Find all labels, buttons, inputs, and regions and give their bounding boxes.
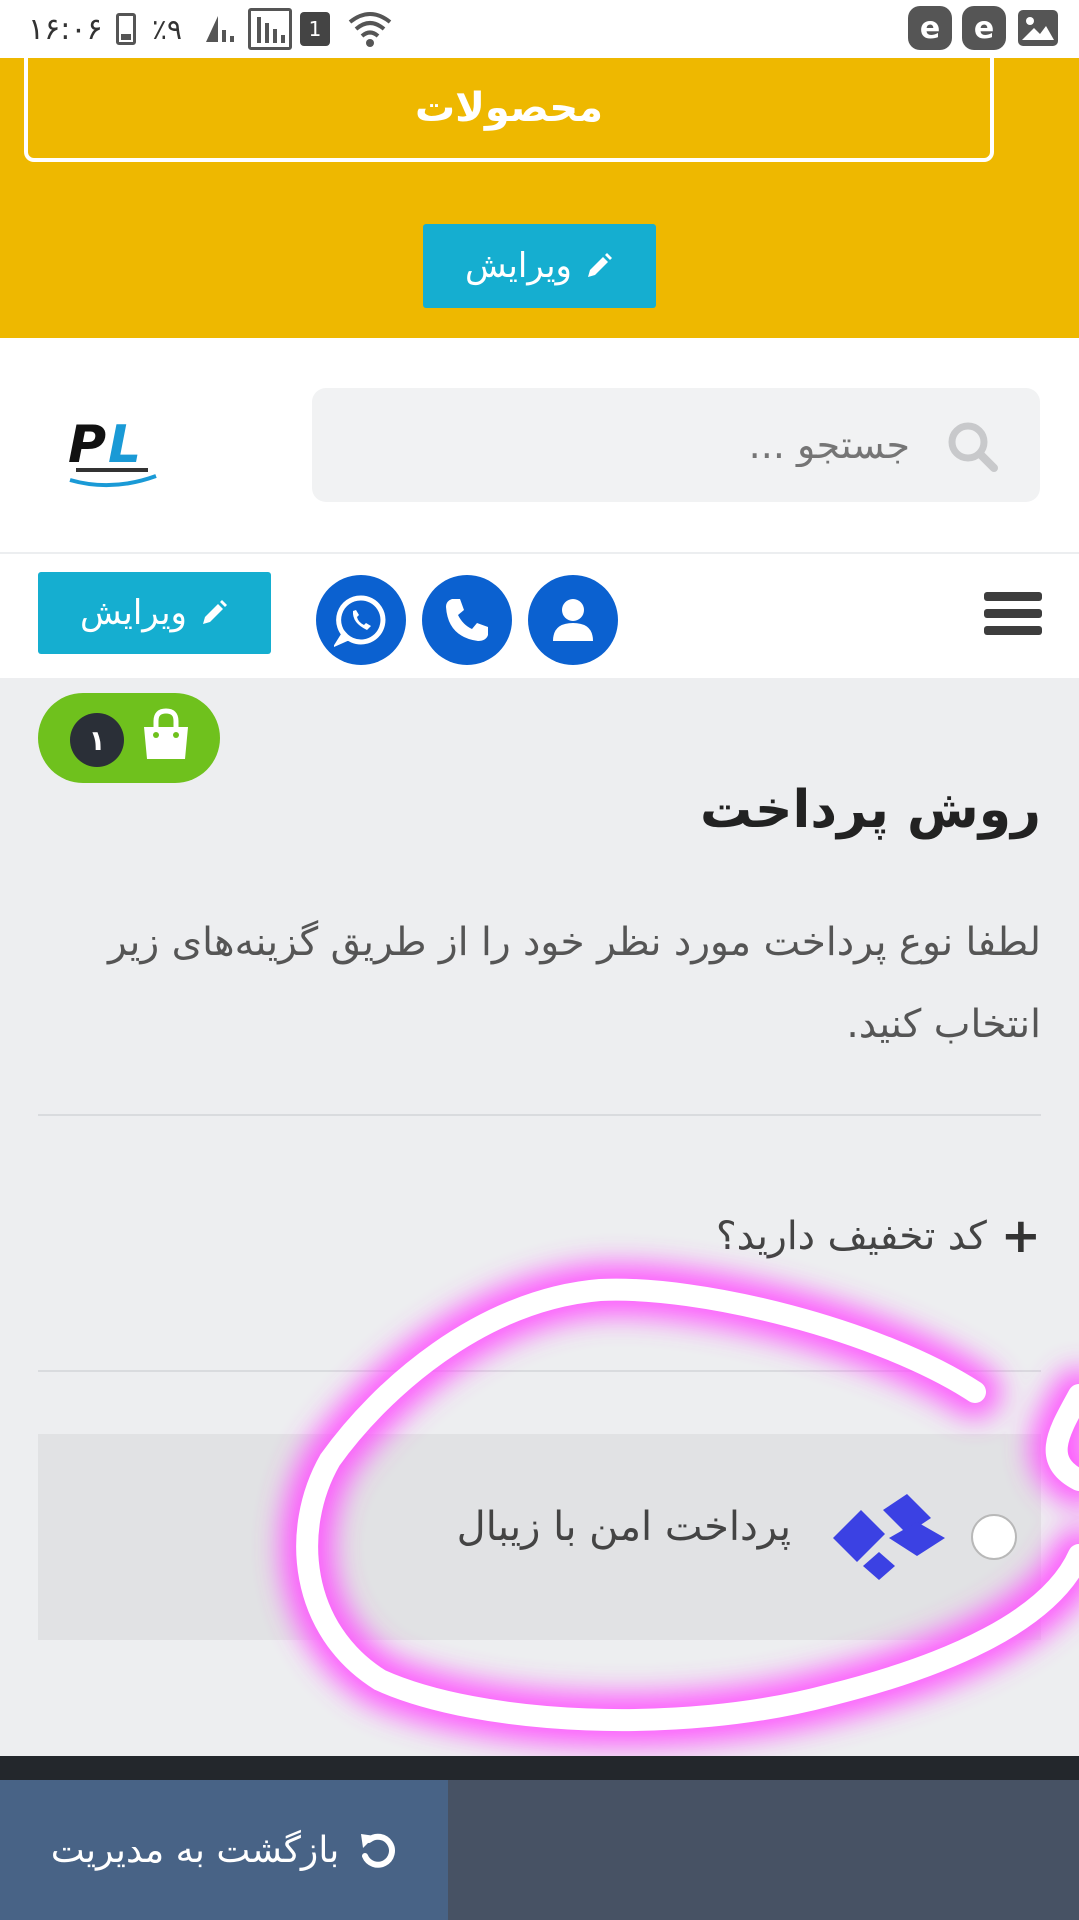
coupon-toggle[interactable]: + کد تخفیف دارید؟ xyxy=(716,1208,1041,1264)
cart-badge[interactable]: ۱ xyxy=(38,693,220,783)
user-icon xyxy=(553,599,593,641)
eitaa-app-icon: e xyxy=(962,6,1006,50)
signal-icon xyxy=(248,8,292,50)
edit-button[interactable]: ویرایش xyxy=(423,224,656,308)
edit-button-label: ویرایش xyxy=(465,246,572,286)
status-bar: ۱۶:۰۶ ٪۹ 1 e e xyxy=(0,0,1079,58)
back-to-admin-button[interactable]: بازگشت به مدیریت xyxy=(0,1780,448,1920)
search-icon[interactable] xyxy=(946,420,998,472)
phone-icon xyxy=(446,599,488,641)
menu-icon[interactable] xyxy=(984,592,1042,642)
footer-strip xyxy=(0,1756,1079,1780)
gallery-icon xyxy=(1018,10,1058,46)
coupon-label: کد تخفیف دارید؟ xyxy=(715,1213,987,1259)
cart-count: ۱ xyxy=(70,713,124,767)
gateway-radio[interactable] xyxy=(971,1514,1017,1560)
wifi-icon xyxy=(346,8,394,50)
payment-gateway-option[interactable]: پرداخت امن با زیبال xyxy=(38,1434,1041,1640)
search-input[interactable] xyxy=(410,388,910,502)
whatsapp-icon xyxy=(334,595,386,647)
phone-button[interactable] xyxy=(422,575,512,665)
products-heading: محصولات xyxy=(414,85,604,131)
battery-icon xyxy=(116,13,136,45)
eitaa-app-icon: e xyxy=(908,6,952,50)
shopping-bag-icon xyxy=(144,708,188,759)
sim-icon: 1 xyxy=(300,12,330,46)
zibal-logo-icon xyxy=(833,1494,945,1580)
edit-button-label: ویرایش xyxy=(80,593,187,633)
svg-text:P: P xyxy=(68,415,106,475)
divider xyxy=(38,1114,1041,1116)
undo-icon xyxy=(361,1833,396,1868)
pencil-icon xyxy=(587,253,612,277)
whatsapp-button[interactable] xyxy=(316,575,406,665)
divider xyxy=(38,1370,1041,1372)
search-header: P L xyxy=(0,338,1079,554)
edit-button[interactable]: ویرایش xyxy=(38,572,271,654)
back-to-admin-label: بازگشت به مدیریت xyxy=(50,1829,340,1871)
battery-percent: ٪۹ xyxy=(152,12,183,46)
products-heading-box: محصولات xyxy=(24,58,994,162)
site-logo[interactable]: P L xyxy=(62,396,162,496)
pencil-icon xyxy=(202,600,227,624)
payment-method-description: لطفا نوع پرداخت مورد نظر خود را از طریق … xyxy=(107,920,1041,1047)
status-time: ۱۶:۰۶ xyxy=(28,11,103,47)
signal-icon xyxy=(204,14,244,44)
payment-method-title: روش پرداخت xyxy=(699,780,1041,840)
svg-text:L: L xyxy=(108,415,141,475)
plus-icon: + xyxy=(1000,1208,1041,1264)
gateway-label: پرداخت امن با زیبال xyxy=(456,1504,791,1550)
user-account-button[interactable] xyxy=(528,575,618,665)
search-box xyxy=(312,388,1040,502)
